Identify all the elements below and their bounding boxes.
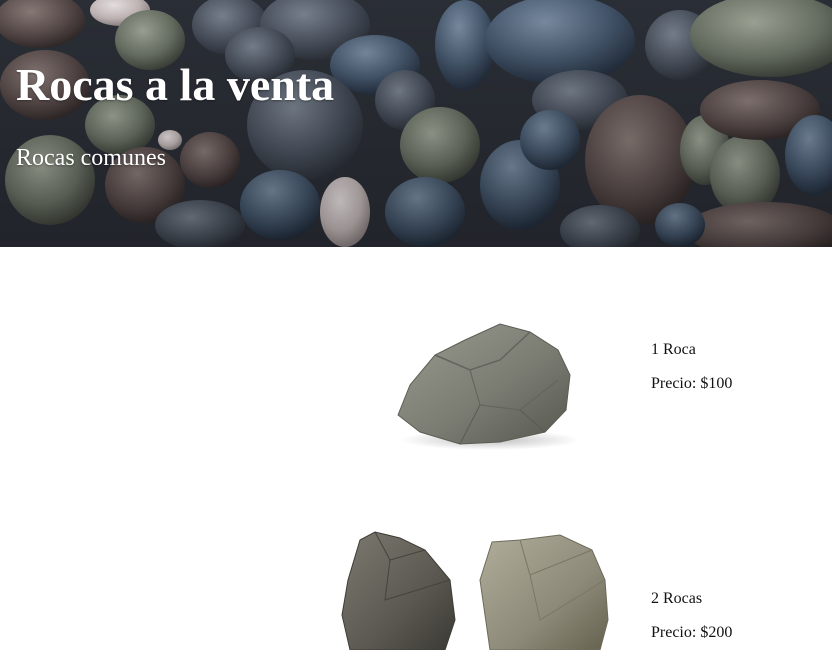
single-rock-image	[397, 323, 580, 450]
product-card: 1 Roca Precio: $100	[0, 300, 832, 470]
page-subtitle: Rocas comunes	[16, 145, 166, 171]
page-title: Rocas a la venta	[16, 59, 335, 110]
product-card: 2 Rocas Precio: $200	[0, 510, 832, 650]
product-info: 2 Rocas Precio: $200	[651, 590, 732, 658]
product-info: 1 Roca Precio: $100	[651, 341, 732, 409]
product-price: Precio: $100	[651, 375, 733, 392]
product-price: Precio: $200	[651, 624, 733, 641]
two-rocks-image	[341, 531, 609, 650]
product-name: 1 Roca	[651, 341, 696, 358]
pebbles-background-image	[0, 0, 832, 247]
product-name: 2 Rocas	[651, 590, 703, 607]
hero-banner: Rocas a la venta Rocas comunes	[0, 0, 832, 247]
